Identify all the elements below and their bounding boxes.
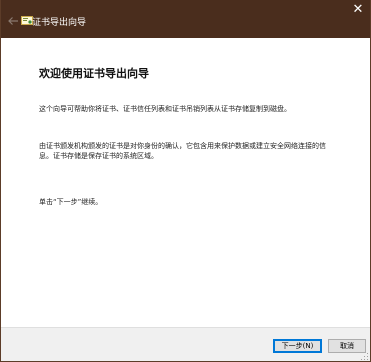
intro-paragraph: 这个向导可帮助你将证书、证书信任列表和证书吊销列表从证书存储复制到磁盘。 (39, 105, 291, 113)
page-heading: 欢迎使用证书导出向导 (39, 67, 149, 80)
next-button[interactable]: 下一步(N) (273, 339, 322, 353)
description-paragraph: 由证书颁发机构颁发的证书是对你身份的确认，它包含用来保护数据或建立安全网络连接的… (39, 142, 326, 160)
back-arrow-icon[interactable] (6, 14, 20, 28)
wizard-title: 证书导出向导 (32, 18, 87, 28)
close-icon[interactable]: ✕ (350, 2, 366, 18)
certificate-export-wizard-window: ✕ 证书导出向导 欢迎使用证书导出向导 这个向导可帮助你将证书、证书信任列表和证… (0, 0, 371, 362)
cancel-button[interactable]: 取消 (328, 339, 366, 353)
wizard-page: 欢迎使用证书导出向导 这个向导可帮助你将证书、证书信任列表和证书吊销列表从证书存… (1, 38, 370, 327)
title-bar: ✕ 证书导出向导 (1, 0, 370, 38)
resize-grip-icon[interactable] (361, 353, 369, 361)
continue-instruction: 单击“下一步”继续。 (39, 198, 103, 206)
button-bar: 下一步(N) 取消 (1, 327, 370, 361)
